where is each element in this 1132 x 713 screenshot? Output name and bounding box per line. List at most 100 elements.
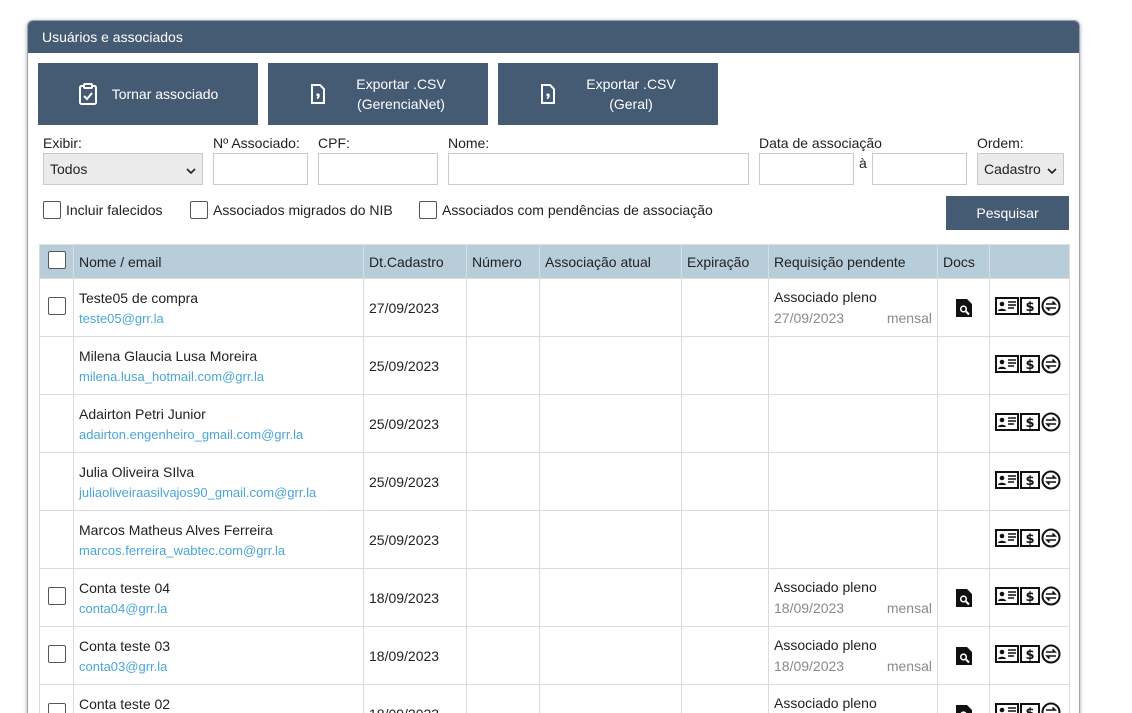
table-row[interactable]: Julia Oliveira SIlva juliaoliveiraasilva… bbox=[39, 452, 1070, 511]
data-fim-input[interactable] bbox=[872, 153, 967, 185]
nome-input[interactable] bbox=[448, 153, 749, 185]
cpf-input[interactable] bbox=[318, 153, 438, 185]
transfer-icon[interactable] bbox=[1041, 412, 1061, 435]
ordem-select[interactable]: Cadastro bbox=[977, 153, 1064, 185]
row-checkbox[interactable] bbox=[47, 587, 66, 605]
export-csv-geral-button[interactable]: Exportar .CSV (Geral) bbox=[498, 63, 718, 125]
requisicao-cell: Associado pleno 18/09/2023mensal bbox=[768, 684, 938, 713]
table-row[interactable]: Conta teste 02 conta02@grr.la 18/09/2023… bbox=[39, 684, 1070, 713]
name-email-cell: Teste05 de compra teste05@grr.la bbox=[73, 278, 364, 337]
checkbox-box[interactable] bbox=[43, 201, 61, 219]
table-row[interactable]: Conta teste 03 conta03@grr.la 18/09/2023… bbox=[39, 626, 1070, 685]
col-numero[interactable]: Número bbox=[466, 244, 540, 279]
name-email-cell: Julia Oliveira SIlva juliaoliveiraasilva… bbox=[73, 452, 364, 511]
expiracao-cell bbox=[681, 336, 769, 395]
row-checkbox[interactable] bbox=[47, 297, 66, 315]
export-csv-geral-line1: Exportar .CSV bbox=[586, 76, 676, 92]
dollar-icon[interactable]: $ bbox=[1020, 413, 1040, 434]
pendencias-label: Associados com pendências de associação bbox=[442, 202, 713, 218]
transfer-icon[interactable] bbox=[1041, 470, 1061, 493]
dollar-icon[interactable]: $ bbox=[1020, 355, 1040, 376]
user-email[interactable]: conta04@grr.la bbox=[79, 601, 358, 616]
dollar-icon[interactable]: $ bbox=[1020, 587, 1040, 608]
transfer-icon[interactable] bbox=[1041, 296, 1061, 319]
table-row[interactable]: Milena Glaucia Lusa Moreira milena.lusa_… bbox=[39, 336, 1070, 395]
expiracao-cell bbox=[681, 452, 769, 511]
tornar-associado-button[interactable]: Tornar associado bbox=[38, 63, 258, 125]
user-email[interactable]: adairton.engenheiro_gmail.com@grr.la bbox=[79, 427, 358, 442]
clipboard-check-icon bbox=[78, 83, 98, 105]
dollar-icon[interactable]: $ bbox=[1020, 297, 1040, 318]
row-checkbox[interactable] bbox=[47, 703, 66, 713]
table-row[interactable]: Marcos Matheus Alves Ferreira marcos.fer… bbox=[39, 510, 1070, 569]
user-name: Teste05 de compra bbox=[79, 289, 199, 306]
associacao-cell bbox=[539, 278, 682, 337]
dollar-icon[interactable]: $ bbox=[1020, 471, 1040, 492]
exibir-select[interactable]: Todos bbox=[43, 153, 203, 185]
checkbox-box[interactable] bbox=[190, 201, 208, 219]
actions-cell: $ bbox=[989, 568, 1070, 627]
id-card-icon[interactable] bbox=[995, 587, 1019, 608]
data-inicio-input[interactable] bbox=[759, 153, 854, 185]
id-card-icon[interactable] bbox=[995, 355, 1019, 376]
id-card-icon[interactable] bbox=[995, 529, 1019, 550]
transfer-icon[interactable] bbox=[1041, 354, 1061, 377]
numero-associado-input[interactable] bbox=[213, 153, 308, 185]
transfer-icon[interactable] bbox=[1041, 702, 1061, 713]
data-separator: à bbox=[859, 155, 867, 171]
export-csv-gn-line1: Exportar .CSV bbox=[356, 76, 446, 92]
view-document-icon[interactable] bbox=[943, 704, 984, 713]
checkbox-box[interactable] bbox=[419, 201, 437, 219]
incluir-falecidos-checkbox[interactable]: Incluir falecidos bbox=[43, 201, 163, 219]
transfer-icon[interactable] bbox=[1041, 644, 1061, 667]
dollar-icon[interactable]: $ bbox=[1020, 645, 1040, 666]
requisicao-cell bbox=[768, 452, 938, 511]
table-row[interactable]: Teste05 de compra teste05@grr.la 27/09/2… bbox=[39, 278, 1070, 337]
id-card-icon[interactable] bbox=[995, 645, 1019, 666]
id-card-icon[interactable] bbox=[995, 471, 1019, 492]
export-csv-gerencianet-button[interactable]: Exportar .CSV (GerenciaNet) bbox=[268, 63, 488, 125]
user-email[interactable]: milena.lusa_hotmail.com@grr.la bbox=[79, 369, 358, 384]
view-document-icon[interactable] bbox=[943, 588, 984, 608]
name-email-cell: Marcos Matheus Alves Ferreira marcos.fer… bbox=[73, 510, 364, 569]
col-expiracao[interactable]: Expiração bbox=[681, 244, 769, 279]
table-row[interactable]: Adairton Petri Junior adairton.engenheir… bbox=[39, 394, 1070, 453]
transfer-icon[interactable] bbox=[1041, 586, 1061, 609]
select-all-checkbox[interactable] bbox=[47, 251, 66, 269]
transfer-icon[interactable] bbox=[1041, 528, 1061, 551]
tornar-associado-label: Tornar associado bbox=[111, 86, 219, 102]
view-document-icon[interactable] bbox=[943, 298, 984, 318]
expiracao-cell bbox=[681, 568, 769, 627]
docs-cell bbox=[937, 278, 990, 337]
id-card-icon[interactable] bbox=[995, 297, 1019, 318]
req-title: Associado pleno bbox=[774, 695, 877, 711]
migrados-nib-checkbox[interactable]: Associados migrados do NIB bbox=[190, 201, 393, 219]
associacao-cell bbox=[539, 510, 682, 569]
cadastro-cell: 18/09/2023 bbox=[363, 626, 467, 685]
svg-text:$: $ bbox=[1025, 590, 1034, 605]
id-card-icon[interactable] bbox=[995, 413, 1019, 434]
view-document-icon[interactable] bbox=[943, 646, 984, 666]
row-checkbox[interactable] bbox=[47, 645, 66, 663]
col-cadastro[interactable]: Dt.Cadastro bbox=[363, 244, 467, 279]
row-select-cell bbox=[39, 394, 74, 453]
dollar-icon[interactable]: $ bbox=[1020, 529, 1040, 550]
user-email[interactable]: teste05@grr.la bbox=[79, 311, 358, 326]
req-plan: mensal bbox=[886, 658, 932, 674]
dollar-icon[interactable]: $ bbox=[1020, 703, 1040, 713]
table-row[interactable]: Conta teste 04 conta04@grr.la 18/09/2023… bbox=[39, 568, 1070, 627]
actions-cell: $ bbox=[989, 394, 1070, 453]
pendencias-checkbox[interactable]: Associados com pendências de associação bbox=[419, 201, 713, 219]
pesquisar-button[interactable]: Pesquisar bbox=[946, 196, 1069, 230]
user-email[interactable]: juliaoliveiraasilvajos90_gmail.com@grr.l… bbox=[79, 485, 358, 500]
users-table: Nome / email Dt.Cadastro Número Associaç… bbox=[39, 244, 1070, 713]
numero-cell bbox=[466, 684, 540, 713]
id-card-icon[interactable] bbox=[995, 703, 1019, 713]
actions-cell: $ bbox=[989, 626, 1070, 685]
col-nome-email[interactable]: Nome / email bbox=[73, 244, 364, 279]
col-associacao[interactable]: Associação atual bbox=[539, 244, 682, 279]
cadastro-cell: 27/09/2023 bbox=[363, 278, 467, 337]
user-email[interactable]: conta03@grr.la bbox=[79, 659, 358, 674]
col-requisicao[interactable]: Requisição pendente bbox=[768, 244, 938, 279]
user-email[interactable]: marcos.ferreira_wabtec.com@grr.la bbox=[79, 543, 358, 558]
